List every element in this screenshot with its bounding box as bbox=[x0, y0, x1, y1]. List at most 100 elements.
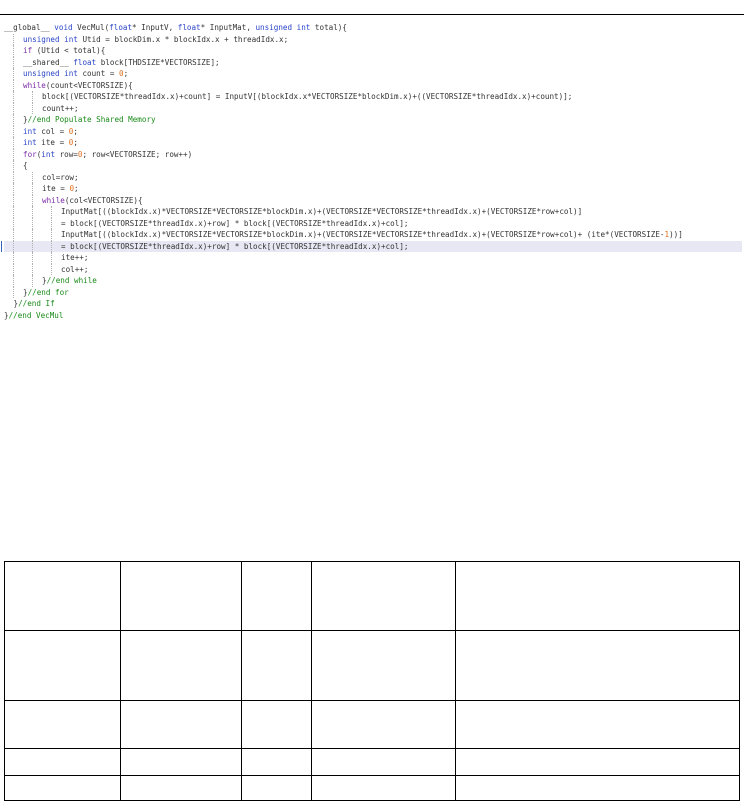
indent-guide bbox=[13, 252, 14, 264]
indent-guide bbox=[32, 240, 33, 252]
indent-guide bbox=[13, 91, 14, 103]
indent-guide bbox=[13, 33, 14, 45]
code-line[interactable]: InputMat[((blockIdx.x)*VECTORSIZE*VECTOR… bbox=[4, 206, 742, 218]
code-token: InputMat[((blockIdx.x)*VECTORSIZE*VECTOR… bbox=[61, 207, 583, 216]
code-token: __shared__ bbox=[23, 57, 74, 67]
code-token: ite = bbox=[42, 184, 70, 193]
code-token: row= bbox=[55, 149, 78, 159]
table-row bbox=[4, 630, 740, 701]
code-token: VecMul( bbox=[77, 23, 110, 32]
indent-guide bbox=[51, 217, 52, 229]
indent-guide bbox=[32, 183, 33, 195]
code-line[interactable]: while(count<VECTORSIZE){ bbox=[4, 79, 742, 92]
code-text: int col = 0; bbox=[23, 126, 78, 138]
code-text: unsigned int count = 0; bbox=[23, 68, 128, 80]
code-token: (Utid < total){ bbox=[36, 46, 106, 55]
code-token: col = bbox=[36, 126, 69, 136]
code-line[interactable]: }//end while bbox=[4, 275, 742, 287]
code-token: ; bbox=[73, 126, 78, 136]
indent-guide bbox=[13, 79, 14, 91]
indent-guide bbox=[13, 171, 14, 183]
indent-guide bbox=[51, 252, 52, 264]
code-token: //end while bbox=[46, 276, 97, 285]
code-line[interactable]: col++; bbox=[4, 263, 742, 275]
code-token: //end for bbox=[27, 287, 69, 297]
empty-table bbox=[4, 561, 740, 801]
code-text: InputMat[((blockIdx.x)*VECTORSIZE*VECTOR… bbox=[61, 206, 582, 218]
code-token: total){ bbox=[310, 23, 347, 32]
table-cell bbox=[455, 700, 740, 749]
code-line[interactable]: unsigned int count = 0; bbox=[4, 68, 742, 80]
code-line[interactable]: __global__ void VecMul(float* InputV, fl… bbox=[4, 22, 742, 34]
code-line[interactable]: }//end Populate Shared Memory bbox=[4, 114, 742, 126]
code-token: //end If bbox=[18, 299, 55, 308]
code-token: count = bbox=[77, 69, 120, 78]
code-token: int bbox=[23, 126, 37, 136]
table-cell bbox=[310, 775, 457, 801]
code-line[interactable]: = block[(VECTORSIZE*threadIdx.x)+row] * … bbox=[1, 240, 742, 252]
table-cell bbox=[240, 700, 312, 749]
code-line[interactable]: count++; bbox=[4, 102, 742, 114]
code-line[interactable]: int col = 0; bbox=[4, 125, 742, 138]
code-text: for(int row=0; row<VECTORSIZE; row++) bbox=[23, 149, 192, 161]
code-token: ite++; bbox=[61, 253, 89, 262]
code-line[interactable]: = block[(VECTORSIZE*threadIdx.x)+row] * … bbox=[4, 217, 742, 230]
code-token: * InputV, bbox=[132, 23, 178, 32]
indent-guide bbox=[32, 263, 33, 275]
indent-guide bbox=[13, 275, 14, 287]
code-line[interactable]: { bbox=[4, 160, 742, 172]
table-cell bbox=[455, 561, 740, 631]
indent-guide bbox=[32, 217, 33, 229]
code-line[interactable]: int ite = 0; bbox=[4, 137, 742, 149]
code-line[interactable]: if (Utid < total){ bbox=[4, 45, 742, 57]
table-cell bbox=[310, 748, 457, 776]
code-token: ; bbox=[74, 184, 79, 193]
code-text: while(count<VECTORSIZE){ bbox=[23, 80, 133, 92]
code-line[interactable]: InputMat[((blockIdx.x)*VECTORSIZE*VECTOR… bbox=[4, 229, 742, 241]
code-line[interactable]: while(col<VECTORSIZE){ bbox=[4, 194, 742, 206]
code-line[interactable]: ite++; bbox=[4, 252, 742, 264]
code-text: = block[(VECTORSIZE*threadIdx.x)+row] * … bbox=[61, 218, 408, 230]
indent-guide bbox=[13, 45, 14, 57]
code-line[interactable]: unsigned int Utid = blockDim.x * blockId… bbox=[4, 33, 742, 45]
code-token: //end VecMul bbox=[8, 310, 64, 320]
indent-guide bbox=[32, 171, 33, 183]
code-line[interactable]: block[(VECTORSIZE*threadIdx.x)+count] = … bbox=[4, 91, 742, 103]
code-token: block[THDSIZE*VECTORSIZE]; bbox=[96, 57, 220, 67]
code-text: if (Utid < total){ bbox=[23, 45, 105, 57]
code-token: * InputMat, bbox=[200, 23, 256, 32]
indent-guide bbox=[13, 160, 14, 172]
code-token: if bbox=[23, 46, 37, 55]
code-line[interactable]: ite = 0; bbox=[4, 183, 742, 195]
code-line[interactable]: col=row; bbox=[4, 171, 742, 183]
code-token: float bbox=[109, 23, 133, 32]
code-token: Utid = blockDim.x * blockIdx.x + threadI… bbox=[77, 34, 289, 44]
code-token: (col<VECTORSIZE){ bbox=[64, 195, 143, 205]
code-line[interactable]: __shared__ float block[THDSIZE*VECTORSIZ… bbox=[4, 56, 742, 69]
code-line[interactable]: }//end If bbox=[4, 298, 742, 310]
code-token: unsigned int bbox=[255, 23, 311, 32]
code-line[interactable]: }//end for bbox=[4, 286, 742, 298]
table-row bbox=[4, 561, 740, 631]
code-text: ite = 0; bbox=[42, 183, 79, 195]
indent-guide bbox=[13, 114, 14, 126]
code-token: while bbox=[42, 195, 65, 205]
top-rule bbox=[0, 14, 744, 15]
code-text: block[(VECTORSIZE*threadIdx.x)+count] = … bbox=[42, 91, 572, 103]
table-cell bbox=[119, 748, 242, 776]
code-text: __shared__ float block[THDSIZE*VECTORSIZ… bbox=[23, 57, 220, 69]
indent-guide bbox=[13, 240, 14, 252]
table-cell bbox=[310, 561, 457, 631]
code-line[interactable]: }//end VecMul bbox=[4, 310, 742, 322]
code-token: block[(VECTORSIZE*threadIdx.x)+count] = … bbox=[42, 92, 573, 101]
table-cell bbox=[310, 700, 457, 749]
code-line[interactable]: for(int row=0; row<VECTORSIZE; row++) bbox=[4, 148, 742, 161]
code-token: ; bbox=[123, 69, 129, 78]
code-token: col++; bbox=[61, 264, 89, 274]
code-token: while bbox=[23, 80, 46, 90]
table-cell bbox=[4, 700, 121, 749]
table-cell bbox=[4, 775, 121, 801]
code-token: float bbox=[73, 57, 97, 67]
code-token: = block[(VECTORSIZE*threadIdx.x)+row] * … bbox=[61, 241, 409, 251]
code-token: float bbox=[177, 23, 201, 32]
